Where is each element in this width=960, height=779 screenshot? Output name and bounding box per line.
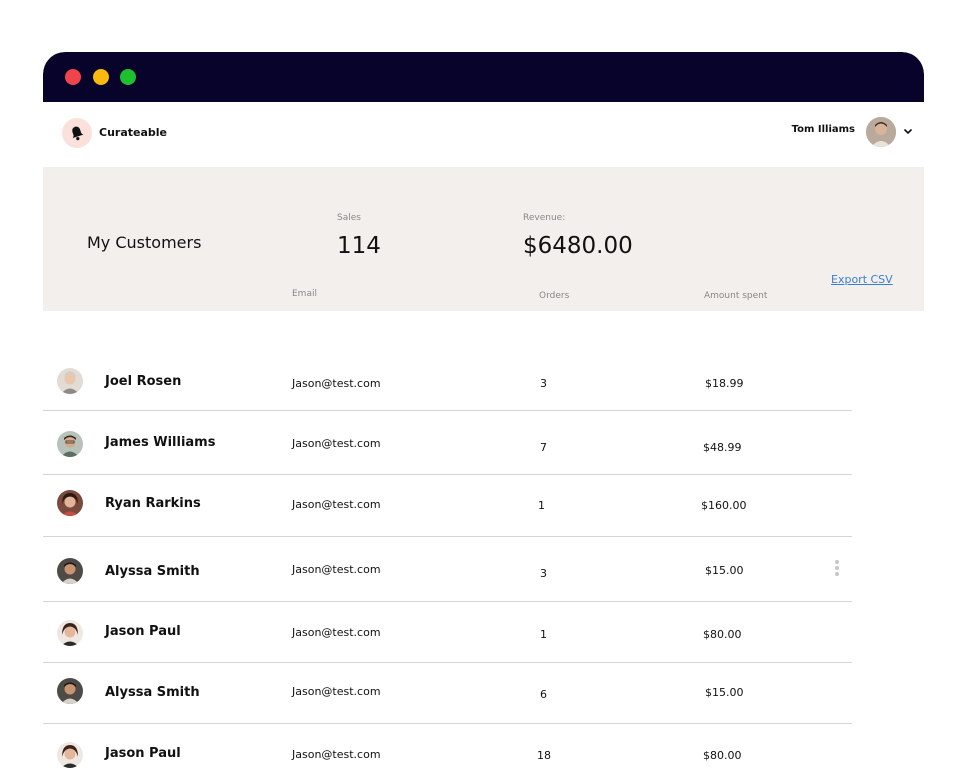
customer-orders: 6 — [540, 688, 547, 701]
customer-avatar — [57, 368, 83, 394]
user-name[interactable]: Tom Illiams — [792, 124, 855, 135]
customer-orders: 3 — [540, 567, 547, 580]
export-csv-link[interactable]: Export CSV — [831, 273, 893, 286]
brand-logo[interactable] — [62, 118, 92, 148]
customer-name: Joel Rosen — [105, 374, 182, 389]
customer-name: Ryan Rarkins — [105, 496, 201, 511]
customer-email: Jason@test.com — [292, 685, 381, 698]
customer-orders: 18 — [537, 749, 551, 762]
summary-panel: My Customers Sales 114 Revenue: $6480.00… — [43, 167, 924, 311]
maximize-window-button[interactable] — [120, 69, 136, 85]
customer-avatar — [57, 742, 83, 768]
sales-label: Sales — [337, 213, 361, 223]
column-header-amount: Amount spent — [704, 291, 768, 301]
column-header-orders: Orders — [539, 291, 570, 301]
minimize-window-button[interactable] — [93, 69, 109, 85]
customer-name: Alyssa Smith — [105, 564, 200, 579]
table-row[interactable]: Joel Rosen Jason@test.com 3 $18.99 — [43, 357, 852, 411]
customer-name: James Williams — [105, 435, 216, 450]
customer-avatar — [57, 558, 83, 584]
customer-email: Jason@test.com — [292, 563, 381, 576]
customer-orders: 7 — [540, 441, 547, 454]
customer-email: Jason@test.com — [292, 377, 381, 390]
customer-email: Jason@test.com — [292, 437, 381, 450]
table-row[interactable]: James Williams Jason@test.com 7 $48.99 — [43, 411, 852, 475]
revenue-label: Revenue: — [523, 213, 566, 223]
chevron-down-icon[interactable] — [902, 125, 914, 137]
table-row[interactable]: Jason Paul Jason@test.com 1 $80.00 — [43, 602, 852, 663]
customer-email: Jason@test.com — [292, 748, 381, 761]
customer-name: Jason Paul — [105, 746, 181, 761]
user-avatar[interactable] — [866, 117, 896, 147]
customer-email: Jason@test.com — [292, 626, 381, 639]
customer-amount: $15.00 — [705, 564, 744, 577]
table-row[interactable]: Alyssa Smith Jason@test.com 3 $15.00 — [43, 537, 852, 602]
customer-avatar — [57, 620, 83, 646]
customer-orders: 1 — [540, 628, 547, 641]
customer-amount: $48.99 — [703, 441, 742, 454]
customer-avatar — [57, 490, 83, 516]
more-vertical-icon[interactable] — [834, 560, 840, 580]
close-window-button[interactable] — [65, 69, 81, 85]
customer-amount: $160.00 — [701, 499, 747, 512]
customer-orders: 3 — [540, 377, 547, 390]
customer-orders: 1 — [538, 499, 545, 512]
customer-amount: $80.00 — [703, 628, 742, 641]
table-row[interactable]: Ryan Rarkins Jason@test.com 1 $160.00 — [43, 475, 852, 537]
column-header-email: Email — [292, 289, 317, 299]
customer-avatar — [57, 431, 83, 457]
window-titlebar — [43, 52, 924, 102]
page-title: My Customers — [87, 233, 202, 252]
bell-icon — [72, 126, 84, 141]
customer-amount: $15.00 — [705, 686, 744, 699]
customer-amount: $18.99 — [705, 377, 744, 390]
sales-value: 114 — [337, 233, 381, 259]
customer-avatar — [57, 678, 83, 704]
revenue-value: $6480.00 — [523, 233, 633, 259]
customer-name: Jason Paul — [105, 624, 181, 639]
customer-amount: $80.00 — [703, 749, 742, 762]
customer-name: Alyssa Smith — [105, 685, 200, 700]
brand-name: Curateable — [99, 126, 167, 139]
customer-email: Jason@test.com — [292, 498, 381, 511]
table-row[interactable]: Alyssa Smith Jason@test.com 6 $15.00 — [43, 663, 852, 724]
top-navbar: Curateable Tom Illiams — [43, 102, 924, 167]
table-row[interactable]: Jason Paul Jason@test.com 18 $80.00 — [43, 724, 852, 779]
